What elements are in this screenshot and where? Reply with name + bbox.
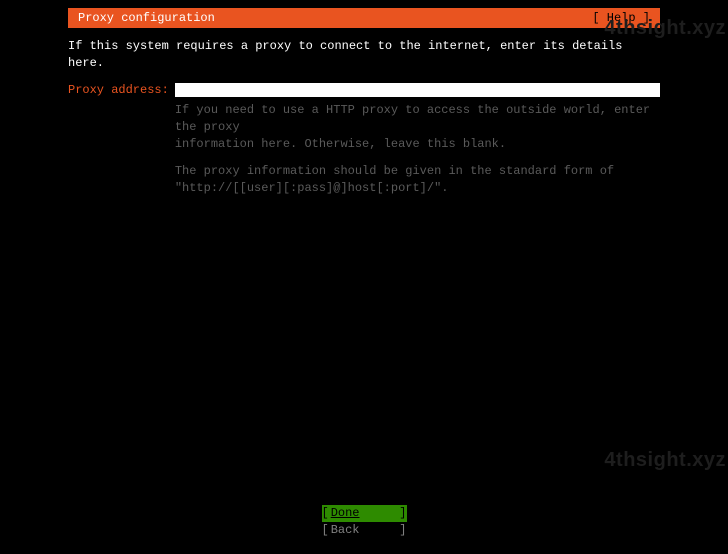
bracket-left: [ (322, 522, 329, 539)
help-line: If you need to use a HTTP proxy to acces… (175, 102, 660, 136)
page-title: Proxy configuration (78, 10, 215, 27)
header-bar: Proxy configuration [ Help ] (68, 8, 660, 28)
help-line: information here. Otherwise, leave this … (175, 136, 660, 153)
help-line: The proxy information should be given in… (175, 163, 660, 180)
watermark-bottom: 4thsight.xyz (604, 446, 726, 474)
bracket-right: ] (399, 522, 406, 539)
proxy-address-label: Proxy address: (68, 82, 169, 99)
proxy-address-row: Proxy address: If you need to use a HTTP… (68, 82, 660, 207)
bottom-buttons: [ Done ] [ Back ] (0, 505, 728, 539)
done-button-label: Done (329, 505, 400, 522)
help-button[interactable]: [ Help ] (592, 10, 650, 27)
proxy-address-help: If you need to use a HTTP proxy to acces… (175, 102, 660, 196)
back-button-label: Back (329, 522, 400, 539)
main-content: If this system requires a proxy to conne… (68, 28, 660, 206)
bracket-left: [ (322, 505, 329, 522)
bracket-right: ] (399, 505, 406, 522)
instruction-text: If this system requires a proxy to conne… (68, 38, 660, 72)
proxy-address-input[interactable] (175, 83, 660, 97)
back-button[interactable]: [ Back ] (322, 522, 407, 539)
proxy-address-input-area: If you need to use a HTTP proxy to acces… (175, 82, 660, 207)
done-button[interactable]: [ Done ] (322, 505, 407, 522)
help-line: "http://[[user][:pass]@]host[:port]/". (175, 180, 660, 197)
